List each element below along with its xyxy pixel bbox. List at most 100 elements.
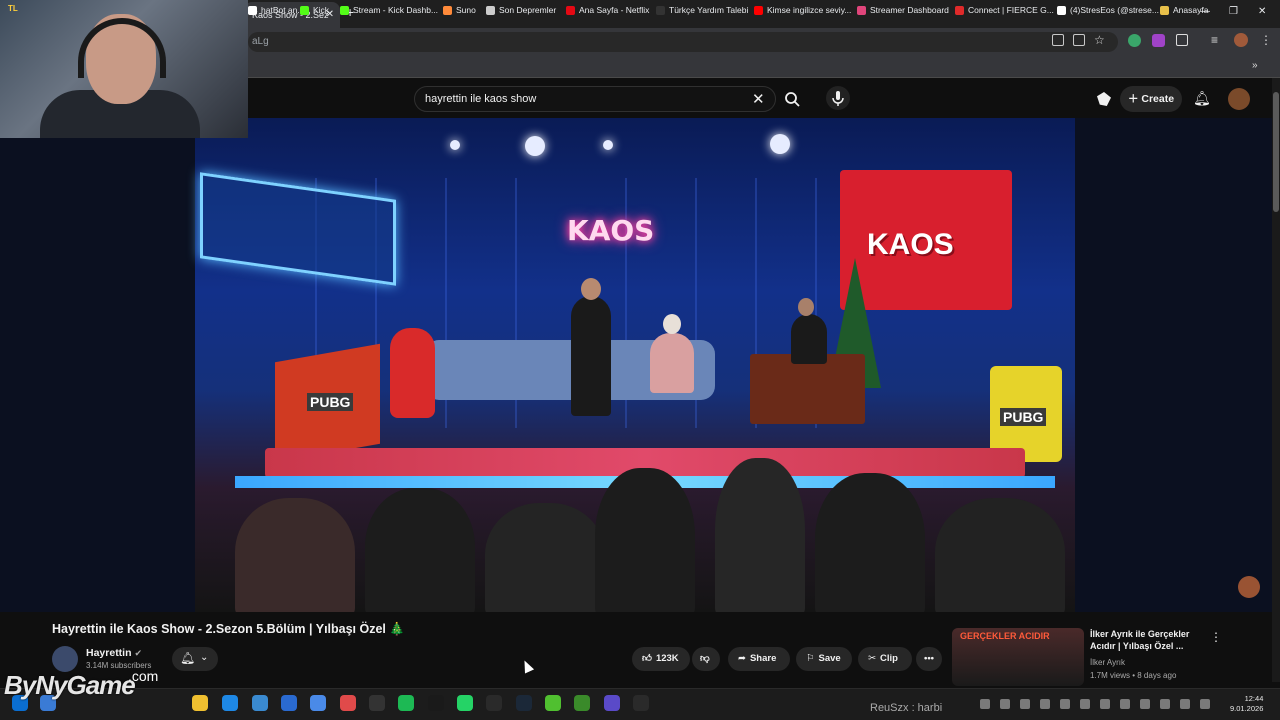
browser-menu-icon[interactable]: ⋮ [1260,33,1272,47]
bookmark-item[interactable]: (4)StresEos (@strese... [1057,5,1159,15]
video-player[interactable]: KAOS KAOS PUBG PUBG [0,118,1280,612]
stage-sign-left [200,172,396,286]
bookmark-item[interactable]: Stream - Kick Dashb... [340,5,438,15]
system-tray-icon[interactable] [1120,699,1130,709]
youtube-avatar[interactable] [1228,88,1250,110]
bookmarks-overflow-icon[interactable]: » [1252,60,1258,71]
bookmark-item[interactable]: Connect | FIERCE G... [955,5,1054,15]
bookmark-favicon-icon [754,5,763,15]
window-close-icon[interactable]: ✕ [1258,6,1266,17]
clear-search-icon[interactable]: ✕ [752,90,765,108]
store-icon[interactable] [252,695,268,711]
url-text: aLg [252,36,269,47]
like-button[interactable]: 👍︎ 123K [632,647,690,671]
save-button[interactable]: ⚐ Save [796,647,852,671]
more-actions-button[interactable]: ••• [916,647,942,671]
scrollbar-thumb[interactable] [1273,92,1279,212]
system-tray-icon[interactable] [1080,699,1090,709]
channel-avatar[interactable] [52,646,78,672]
pubg-logo-left: PUBG [307,393,354,411]
system-tray-icon[interactable] [1060,699,1070,709]
restore-icon[interactable]: ❐ [1229,6,1238,17]
host-desk [750,354,865,424]
recommended-menu-icon[interactable]: ⋮ [1210,630,1222,644]
bookmark-item[interactable]: Ana Sayfa - Netflix [566,5,649,15]
app-icon[interactable] [604,695,620,711]
mail-icon[interactable] [281,695,297,711]
system-tray-icon[interactable] [1020,699,1030,709]
bookmark-item[interactable]: Son Depremler [486,5,556,15]
notifications-bell-icon[interactable]: 🔔︎ [1193,90,1211,107]
system-tray-icon[interactable] [1140,699,1150,709]
thumbnail-caption: GERÇEKLER ACIDIR [960,631,1050,641]
create-button[interactable]: ＋ Create [1120,86,1182,112]
bookmark-favicon-icon [300,5,309,15]
dislike-button[interactable]: 👎︎ [692,647,720,671]
address-bar[interactable]: aLg [248,32,1118,52]
spotify-icon[interactable] [398,695,414,711]
terminal-icon[interactable] [486,695,502,711]
discord-icon[interactable] [545,695,561,711]
bookmark-item[interactable]: Streamer Dashboard [857,5,949,15]
extension-icon[interactable] [1128,34,1141,47]
system-tray-icon[interactable] [1100,699,1110,709]
system-tray-icon[interactable] [1180,699,1190,709]
minecraft-icon[interactable] [574,695,590,711]
bookmark-item[interactable]: hatBot an... [248,5,304,15]
guest [650,333,694,393]
channel-watermark[interactable] [1238,576,1260,598]
bookmark-item[interactable]: Kimse ingilizce seviy... [754,5,851,15]
epic-games-icon[interactable] [633,695,649,711]
plus-icon: ＋ [1127,93,1139,105]
whatsapp-icon[interactable] [457,695,473,711]
bookmark-favicon-icon [486,5,495,15]
system-tray-icon[interactable] [980,699,990,709]
performer [571,296,611,416]
extension-icon[interactable] [1152,34,1165,47]
tab-search-icon[interactable]: ≡ [1211,33,1218,47]
channel-name[interactable]: Hayrettin ✔ [86,647,142,659]
bookmark-label: Streamer Dashboard [870,5,949,15]
thumbs-up-icon: 👍︎ [642,653,652,664]
bookmark-item[interactable]: Anasayfa [1160,5,1208,15]
clip-button[interactable]: ✂ Clip [858,647,912,671]
chrome-icon[interactable] [310,695,326,711]
nvidia-icon[interactable] [428,695,444,711]
extensions-puzzle-icon[interactable] [1176,34,1188,46]
recommended-meta: 1.7M views • 8 days ago [1090,671,1177,680]
bookmark-item[interactable]: Kick [300,5,329,15]
bookmark-star-icon[interactable]: ☆ [1094,33,1105,47]
search-input[interactable]: hayrettin ile kaos show [414,86,776,112]
translate-icon[interactable] [1073,34,1085,46]
bookmark-favicon-icon [340,5,349,15]
steam-icon[interactable] [516,695,532,711]
kaos-sign-right: KAOS [867,228,954,261]
bookmark-favicon-icon [443,5,452,15]
bookmark-item[interactable]: Suno [443,5,476,15]
system-tray-icon[interactable] [1040,699,1050,709]
recommended-title[interactable]: İlker Ayrık ile Gerçekler Acıdır | Yılba… [1090,628,1210,652]
save-icon: ⚐ [806,653,815,664]
system-tray-icon[interactable] [1200,699,1210,709]
recommended-thumbnail[interactable]: GERÇEKLER ACIDIR [952,628,1084,686]
system-clock[interactable]: 12:44 9.01.2026 [1230,694,1263,714]
share-button[interactable]: ➦ Share [728,647,790,671]
system-tray-icon[interactable] [1000,699,1010,709]
share-icon: ➦ [738,653,746,664]
subscription-bell-button[interactable]: 🔔︎ ⌄ [172,647,218,671]
edge-icon[interactable] [222,695,238,711]
search-button[interactable] [776,86,808,112]
cast-icon[interactable] [1052,34,1064,46]
system-tray-icon[interactable] [1160,699,1170,709]
obs-icon[interactable] [369,695,385,711]
voice-search-button[interactable] [826,86,850,110]
file-explorer-icon[interactable] [192,695,208,711]
bookmark-label: Kimse ingilizce seviy... [767,5,852,15]
profile-avatar[interactable] [1234,33,1248,47]
bell-icon: 🔔︎ [180,651,196,665]
recommended-channel[interactable]: İlker Ayrık [1090,658,1125,667]
bookmark-item[interactable]: Türkçe Yardım Talebi [656,5,748,15]
opera-icon[interactable] [340,695,356,711]
bookmark-label: (4)StresEos (@strese... [1070,5,1159,15]
video-title: Hayrettin ile Kaos Show - 2.Sezon 5.Bölü… [52,622,405,636]
